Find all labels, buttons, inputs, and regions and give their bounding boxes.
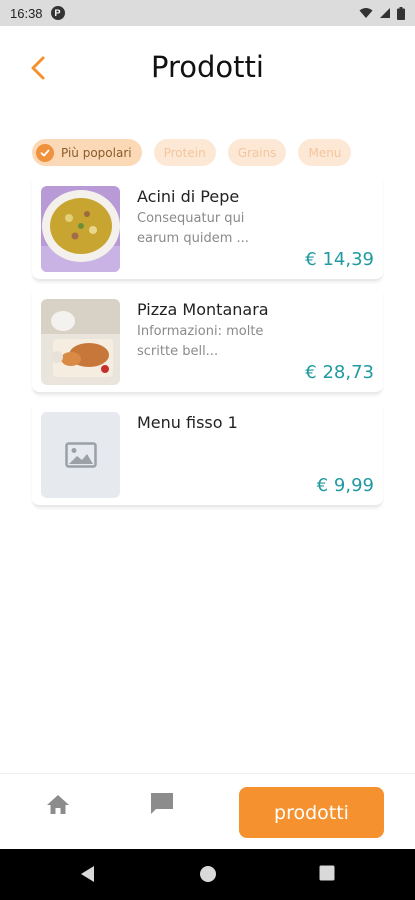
chip-label: Più popolari	[61, 145, 132, 160]
product-name: Menu fisso 1	[137, 413, 238, 432]
chip-piu-popolari[interactable]: Più popolari	[32, 139, 142, 166]
product-list: Acini di Pepe Consequatur qui earum quid…	[32, 178, 383, 517]
product-price: € 9,99	[316, 475, 374, 496]
check-icon	[36, 143, 54, 162]
status-icons	[359, 6, 405, 20]
signal-icon	[380, 8, 390, 18]
chip-label: Menu	[308, 145, 342, 160]
status-time: 16:38	[10, 5, 43, 21]
prodotti-nav-button[interactable]: prodotti	[239, 787, 384, 838]
product-image-pizza	[41, 299, 120, 385]
product-price: € 28,73	[305, 362, 374, 383]
home-circle-icon[interactable]	[199, 865, 217, 883]
chip-menu[interactable]: Menu	[298, 139, 352, 166]
recents-square-icon[interactable]	[319, 865, 335, 881]
page-title: Prodotti	[151, 50, 264, 84]
wifi-icon	[359, 8, 373, 18]
product-card[interactable]: Pizza Montanara Informazioni: molte scri…	[32, 291, 383, 394]
product-price: € 14,39	[305, 249, 374, 270]
header: Prodotti	[0, 26, 415, 116]
product-card[interactable]: Menu fisso 1 € 9,99	[32, 404, 383, 507]
image-icon	[64, 442, 97, 468]
chip-label: Protein	[163, 145, 206, 160]
home-icon[interactable]	[44, 791, 72, 819]
chat-icon[interactable]	[148, 790, 176, 818]
battery-icon	[397, 6, 405, 20]
product-card[interactable]: Acini di Pepe Consequatur qui earum quid…	[32, 178, 383, 281]
category-chips: Più popolari Protein Grains Menu	[32, 139, 383, 167]
status-bar: 16:38 P	[0, 0, 415, 26]
product-name: Pizza Montanara	[137, 300, 269, 319]
system-nav-bar	[0, 849, 415, 900]
product-description: Informazioni: molte scritte bell...	[137, 324, 264, 359]
chip-grains[interactable]: Grains	[227, 139, 287, 166]
chip-label: Grains	[237, 145, 277, 160]
product-image-placeholder	[41, 412, 120, 498]
back-triangle-icon[interactable]	[80, 865, 96, 883]
product-description: Consequatur qui earum quidem ...	[137, 211, 249, 246]
product-image-soup	[41, 186, 120, 272]
chip-protein[interactable]: Protein	[153, 139, 216, 166]
bottom-nav: prodotti	[0, 773, 415, 849]
product-name: Acini di Pepe	[137, 187, 240, 206]
app-notification-icon: P	[50, 6, 65, 20]
